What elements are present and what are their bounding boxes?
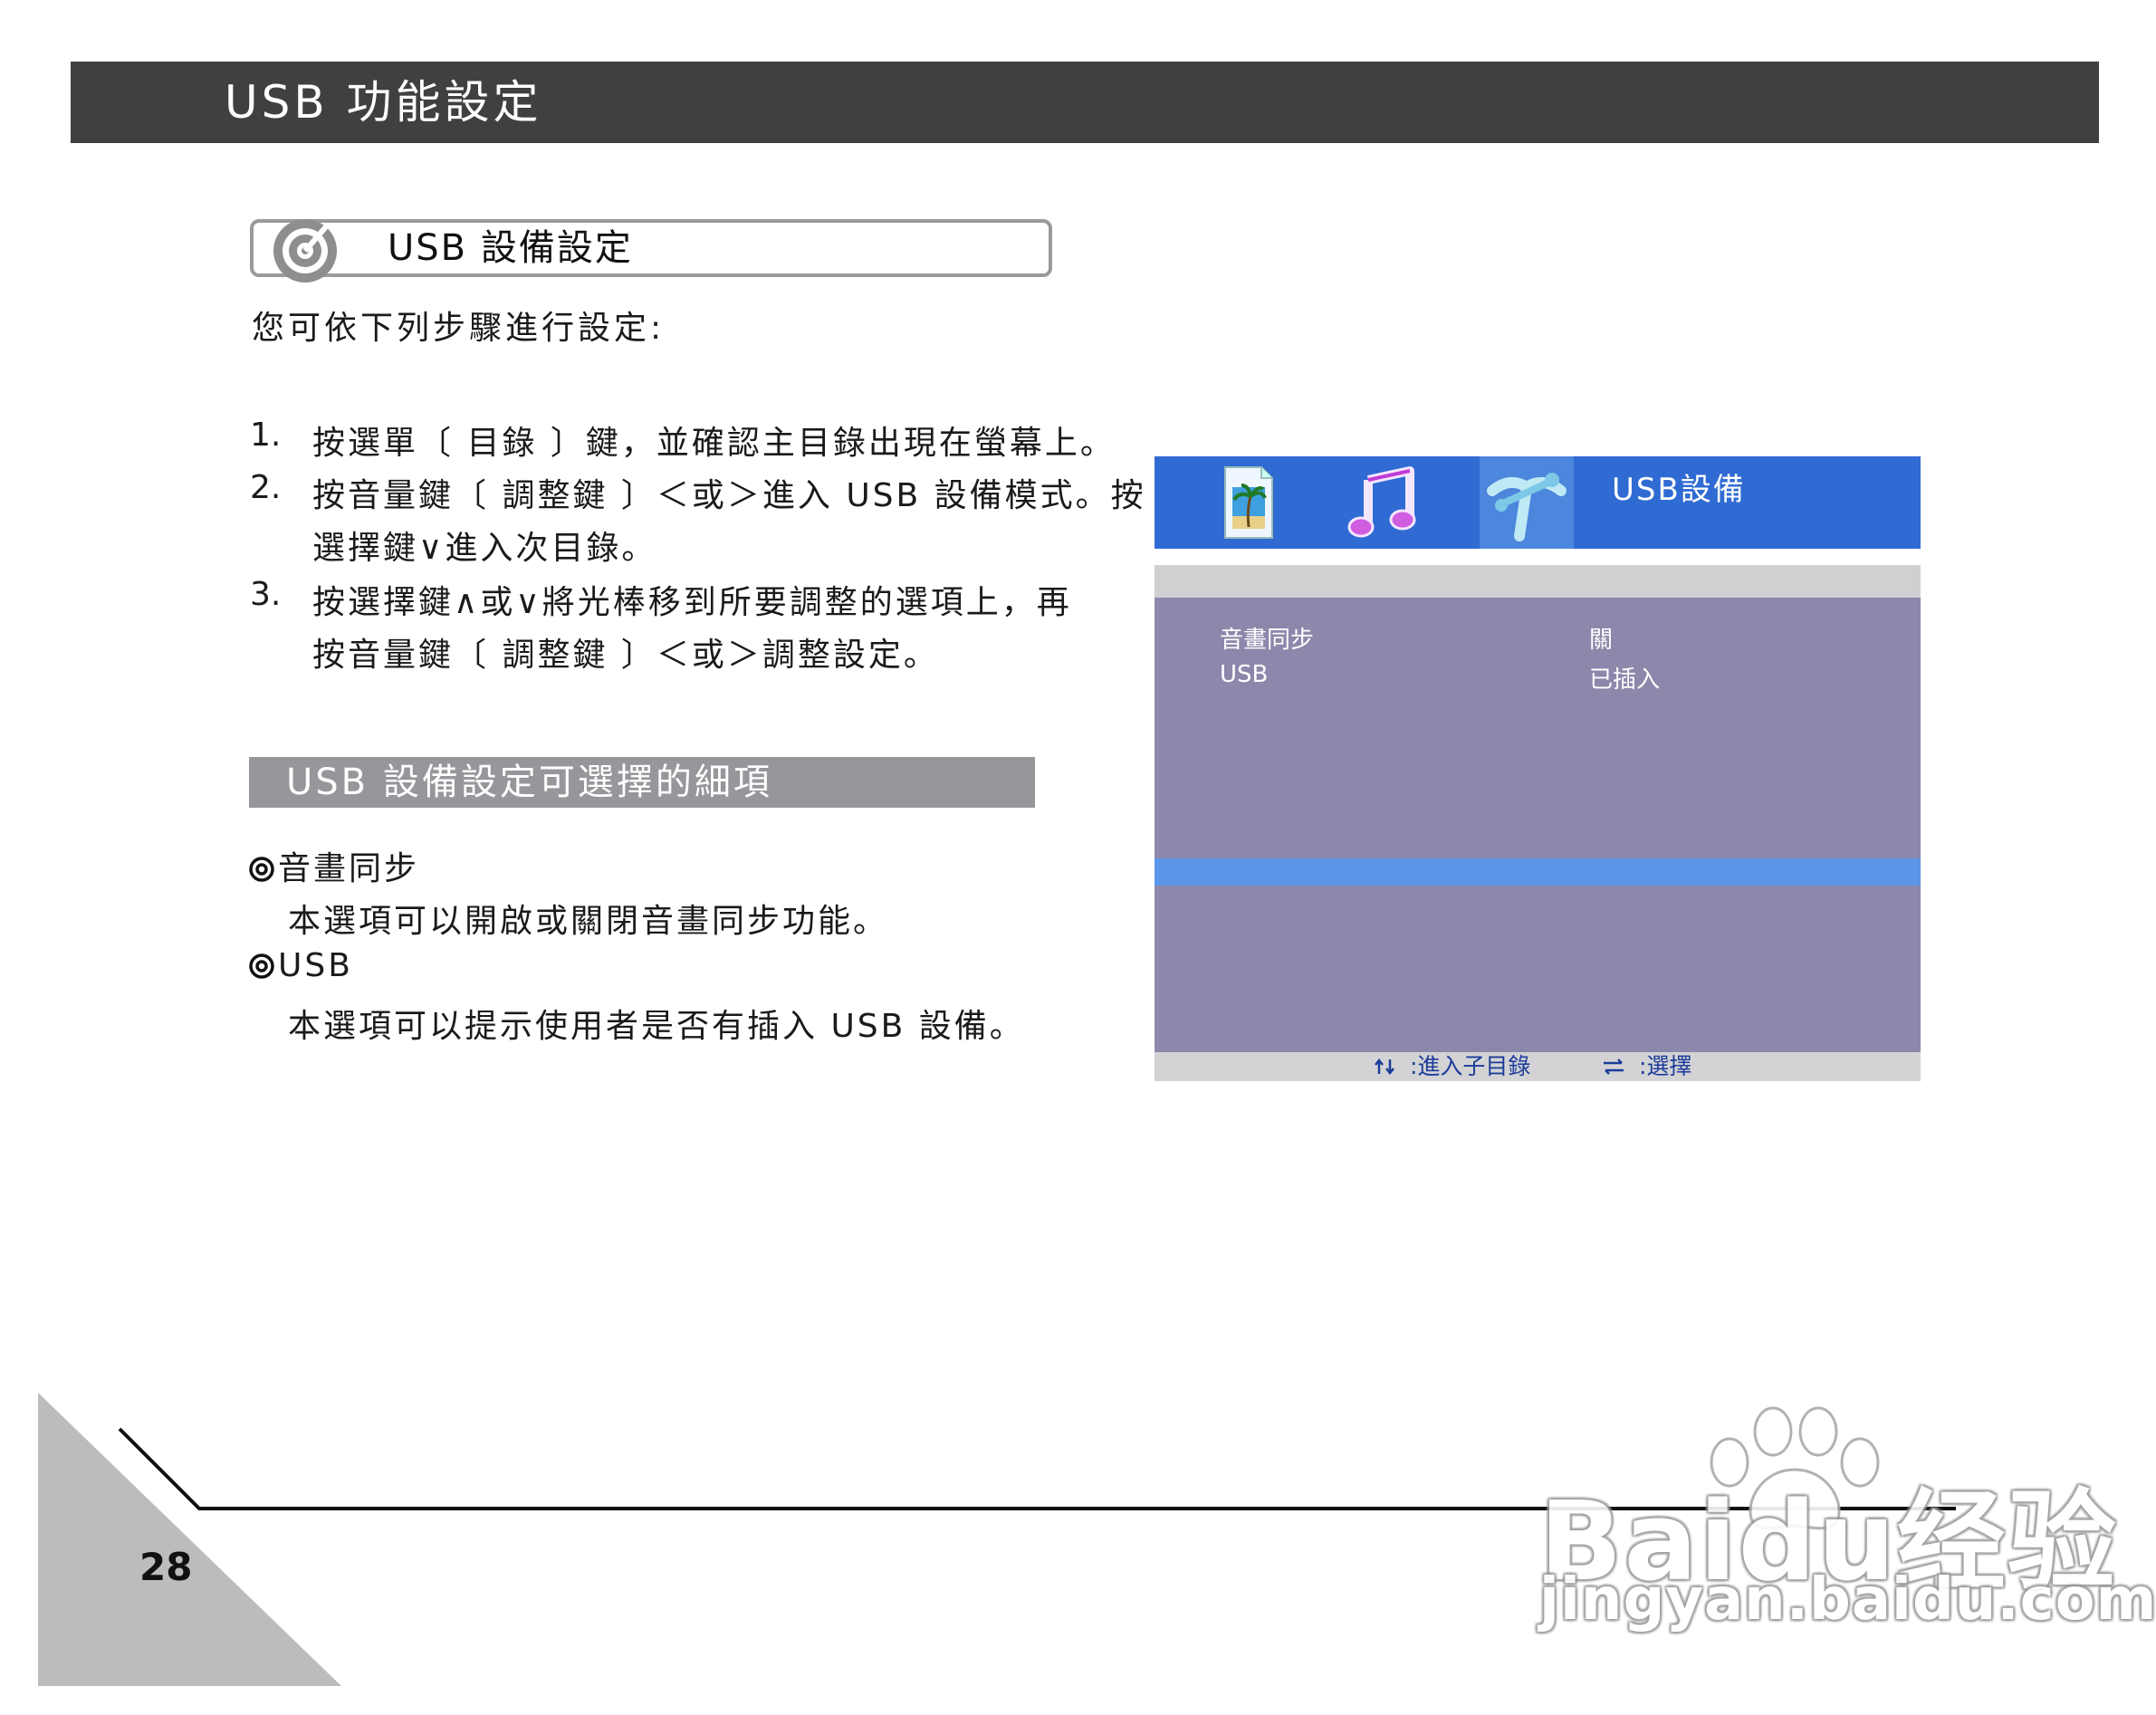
watermark-url: jingyan.baidu.com (1539, 1566, 2156, 1634)
page-number: 28 (139, 1545, 193, 1589)
